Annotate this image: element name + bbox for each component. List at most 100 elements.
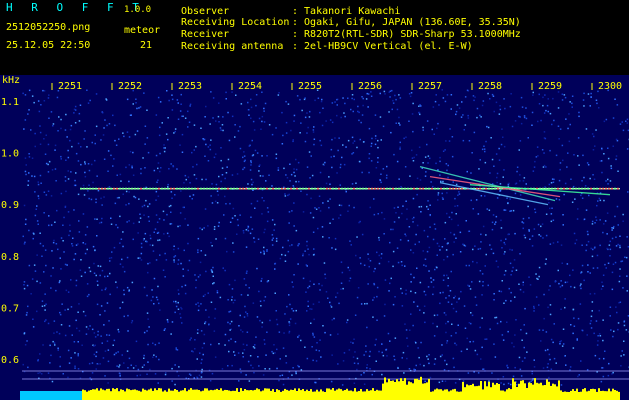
level-bar: [440, 389, 442, 400]
level-bar: [280, 391, 282, 400]
noise-pixel: [146, 373, 148, 375]
noise-pixel: [153, 169, 156, 172]
noise-pixel: [225, 98, 227, 100]
level-bar: [534, 378, 536, 400]
level-bar: [458, 391, 460, 400]
noise-pixel: [203, 333, 206, 336]
noise-pixel: [615, 158, 617, 161]
noise-pixel: [524, 236, 527, 239]
noise-pixel: [295, 229, 298, 232]
noise-pixel: [204, 155, 206, 157]
noise-pixel: [401, 357, 403, 359]
noise-pixel: [87, 328, 90, 330]
noise-pixel: [121, 354, 123, 356]
noise-pixel: [538, 93, 540, 96]
noise-pixel: [412, 221, 414, 223]
noise-pixel: [193, 124, 196, 126]
level-bar: [576, 388, 578, 400]
carrier-segment: [194, 187, 196, 190]
noise-pixel: [60, 118, 62, 121]
noise-pixel: [561, 345, 564, 347]
noise-pixel: [397, 367, 399, 369]
noise-pixel: [504, 209, 507, 211]
noise-pixel: [564, 96, 567, 99]
level-bar: [484, 381, 486, 400]
info-value-receiver: : R820T2(RTL-SDR) SDR-Sharp 53.1000MHz: [292, 29, 521, 40]
noise-pixel: [151, 289, 153, 291]
noise-pixel: [302, 253, 304, 255]
noise-pixel: [84, 175, 87, 178]
noise-pixel: [282, 347, 285, 349]
noise-pixel: [382, 168, 385, 170]
level-bar: [328, 388, 330, 400]
noise-pixel: [86, 89, 88, 91]
noise-pixel: [551, 123, 553, 126]
carrier-segment: [176, 187, 178, 190]
level-bar: [162, 391, 164, 400]
noise-pixel: [378, 262, 381, 265]
noise-pixel: [143, 331, 146, 334]
noise-pixel: [219, 296, 222, 299]
noise-pixel: [516, 170, 518, 173]
carrier-segment: [236, 187, 238, 190]
noise-pixel: [404, 323, 406, 325]
noise-pixel: [93, 262, 95, 265]
level-bar: [290, 389, 292, 400]
noise-pixel: [184, 174, 187, 177]
noise-pixel: [224, 344, 226, 346]
level-bar: [318, 391, 320, 400]
level-bar: [306, 389, 308, 400]
level-bar: [390, 380, 392, 400]
noise-pixel: [207, 160, 210, 162]
noise-pixel: [157, 96, 160, 99]
noise-pixel: [325, 291, 328, 293]
noise-pixel: [88, 169, 91, 172]
noise-pixel: [91, 163, 93, 166]
noise-pixel: [534, 160, 536, 163]
noise-pixel: [538, 304, 540, 306]
noise-pixel: [235, 94, 237, 96]
noise-pixel: [91, 362, 94, 364]
level-bar: [474, 386, 476, 400]
noise-pixel: [534, 211, 537, 214]
noise-pixel: [123, 289, 125, 291]
noise-pixel: [315, 381, 317, 384]
noise-pixel: [302, 277, 305, 280]
noise-pixel: [369, 368, 371, 370]
noise-pixel: [410, 92, 413, 94]
noise-pixel: [613, 330, 615, 333]
noise-pixel: [316, 342, 318, 344]
noise-pixel: [43, 212, 45, 214]
noise-pixel: [518, 149, 520, 151]
noise-pixel: [560, 280, 562, 282]
noise-pixel: [242, 352, 244, 354]
noise-pixel: [67, 211, 70, 213]
noise-pixel: [472, 260, 474, 263]
noise-pixel: [464, 96, 467, 98]
noise-pixel: [101, 269, 104, 272]
freq-tick-label: 0.6: [1, 355, 19, 366]
noise-pixel: [359, 257, 361, 259]
noise-pixel: [128, 289, 130, 291]
noise-pixel: [311, 308, 313, 310]
noise-pixel: [600, 380, 603, 383]
noise-pixel: [271, 185, 273, 187]
noise-pixel: [559, 286, 562, 288]
noise-pixel: [617, 322, 620, 324]
noise-pixel: [152, 356, 154, 358]
noise-pixel: [89, 325, 91, 327]
noise-pixel: [156, 298, 159, 301]
noise-pixel: [574, 242, 576, 245]
noise-pixel: [37, 372, 39, 374]
noise-pixel: [381, 351, 383, 354]
noise-pixel: [305, 291, 307, 293]
noise-pixel: [52, 340, 54, 343]
noise-pixel: [321, 98, 323, 101]
noise-pixel: [369, 260, 372, 262]
noise-pixel: [420, 205, 423, 208]
noise-pixel: [553, 178, 555, 181]
noise-pixel: [27, 180, 30, 182]
noise-pixel: [163, 329, 166, 331]
noise-pixel: [447, 277, 449, 279]
carrier-segment: [455, 187, 457, 190]
